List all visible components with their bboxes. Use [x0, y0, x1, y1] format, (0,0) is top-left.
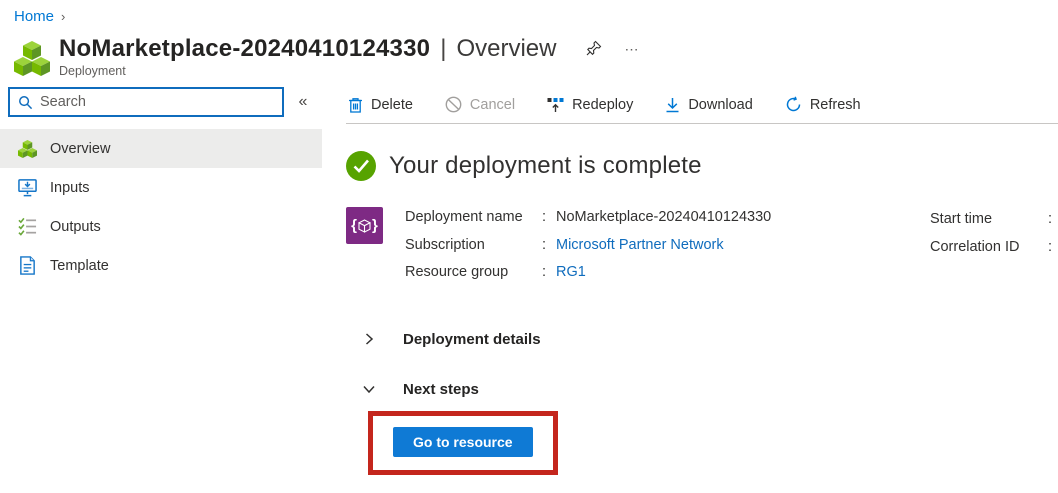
field-label: Resource group [405, 264, 509, 280]
page-header: NoMarketplace-20240410124330 | Overview … [14, 35, 1058, 79]
field-resource-group: Resource group : RG1 [405, 259, 771, 287]
section-label: Next steps [403, 380, 479, 398]
redeploy-icon [547, 97, 564, 112]
download-arrow-icon [666, 97, 679, 112]
search-icon [19, 95, 33, 109]
chevron-down-icon [363, 385, 375, 394]
cancel-button[interactable]: Cancel [445, 96, 515, 113]
field-start-time: Start time : [930, 206, 1052, 234]
arm-deployment-icon: { } [346, 207, 383, 244]
status-message: Your deployment is complete [389, 152, 702, 179]
download-button[interactable]: Download [665, 97, 753, 113]
trash-icon [349, 97, 362, 113]
cancel-label: Cancel [469, 96, 516, 113]
delete-button[interactable]: Delete [348, 97, 413, 113]
section-label: Deployment details [403, 330, 541, 348]
collapse-sidebar-icon[interactable]: « [284, 89, 322, 115]
inputs-icon [18, 179, 37, 197]
page-title: NoMarketplace-20240410124330 [59, 35, 431, 62]
deployment-status: Your deployment is complete [346, 151, 1058, 181]
redeploy-label: Redeploy [572, 96, 634, 113]
toolbar: Delete Cancel Redeploy Download Refresh [346, 87, 1058, 124]
resource-group-link[interactable]: RG1 [556, 259, 586, 287]
title-separator: | [440, 35, 447, 62]
pin-icon[interactable] [580, 38, 608, 61]
field-label: Correlation ID [930, 238, 1020, 255]
sidebar-item-outputs[interactable]: Outputs [0, 207, 322, 246]
sidebar-item-label: Overview [50, 140, 111, 157]
resource-type-label: Deployment [59, 64, 126, 78]
breadcrumb: Home › [0, 0, 1058, 25]
search-input[interactable] [40, 94, 274, 110]
more-ellipsis-icon[interactable]: ⋯ [618, 39, 646, 60]
field-label: Deployment name [405, 209, 523, 225]
page-title-tab: Overview [456, 35, 557, 62]
field-label: Start time [930, 211, 993, 227]
subscription-link[interactable]: Microsoft Partner Network [556, 232, 724, 260]
sidebar-item-inputs[interactable]: Inputs [0, 168, 322, 207]
delete-label: Delete [371, 96, 413, 113]
section-next-steps[interactable]: Next steps [362, 381, 1058, 398]
refresh-icon [786, 96, 801, 112]
deployment-name-value: NoMarketplace-20240410124330 [556, 209, 772, 225]
field-label: Subscription [405, 236, 485, 253]
chevron-right-icon [365, 333, 374, 345]
breadcrumb-chevron-icon: › [61, 9, 66, 24]
red-highlight-box: Go to resource [368, 410, 558, 475]
sidebar-item-overview[interactable]: Overview [0, 129, 322, 168]
go-to-resource-button[interactable]: Go to resource [393, 426, 533, 457]
field-subscription: Subscription : Microsoft Partner Network [405, 232, 771, 260]
right-essentials: Start time : Correlation ID : [930, 206, 1052, 261]
deployment-cubes-icon [14, 41, 50, 76]
sidebar-item-template[interactable]: Template [0, 246, 322, 285]
section-deployment-details[interactable]: Deployment details [362, 331, 1058, 348]
main-content: Delete Cancel Redeploy Download Refresh … [322, 87, 1058, 475]
template-icon [20, 256, 35, 275]
sidebar-item-label: Outputs [50, 218, 101, 235]
search-box [8, 87, 284, 117]
download-label: Download [688, 96, 753, 113]
cancel-slash-icon [445, 96, 462, 113]
success-check-icon [346, 151, 376, 181]
refresh-button[interactable]: Refresh [785, 96, 861, 113]
breadcrumb-home-link[interactable]: Home [14, 8, 54, 25]
outputs-icon [18, 217, 37, 236]
field-correlation-id: Correlation ID : [930, 234, 1052, 262]
sidebar-item-label: Inputs [50, 179, 90, 196]
sidebar-item-label: Template [50, 257, 109, 274]
sidebar-nav: Overview Inputs Outputs Template [0, 129, 322, 285]
field-deployment-name: Deployment name : NoMarketplace-20240410… [405, 204, 771, 232]
redeploy-button[interactable]: Redeploy [547, 97, 633, 113]
deployment-essentials: { } Deployment name : NoMarketplace-2024… [346, 204, 1058, 287]
cubes-icon [18, 139, 37, 158]
sidebar: « Overview [0, 87, 322, 475]
refresh-label: Refresh [809, 96, 861, 113]
